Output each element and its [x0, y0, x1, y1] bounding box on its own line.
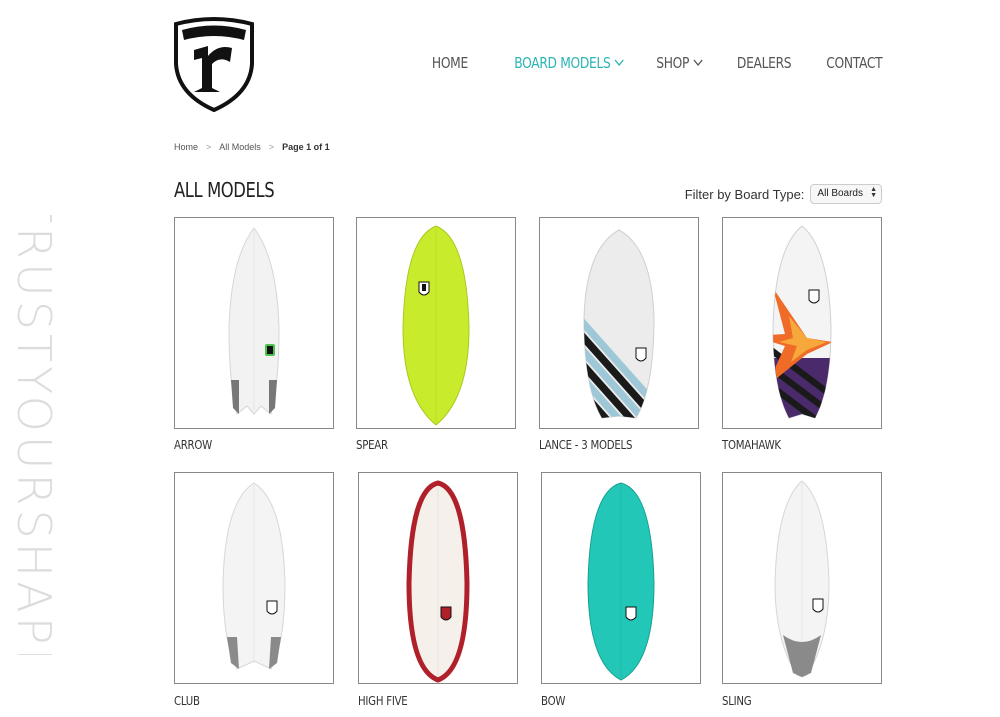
- surfboard-image: [774, 480, 830, 678]
- board-type-select[interactable]: All Boards ▲ ▼: [810, 184, 882, 204]
- site-logo[interactable]: [172, 16, 256, 113]
- nav-home-label: HOME: [431, 54, 468, 72]
- product-card-bow[interactable]: [541, 472, 701, 684]
- product-name[interactable]: HIGH FIVE: [358, 694, 408, 708]
- shield-logo-icon: [174, 17, 254, 113]
- product-name[interactable]: TOMAHAWK: [722, 438, 781, 452]
- nav-contact-label: CONTACT: [825, 54, 882, 72]
- surfboard-image: [228, 227, 280, 415]
- product-card-spear[interactable]: [356, 217, 516, 429]
- product-card-arrow[interactable]: [174, 217, 334, 429]
- surfboard-image: [222, 482, 286, 670]
- product-card-tomahawk[interactable]: [722, 217, 882, 429]
- nav-contact[interactable]: CONTACT: [826, 54, 882, 72]
- product-name[interactable]: ARROW: [174, 438, 212, 452]
- filter-label: Filter by Board Type:: [684, 186, 805, 202]
- product-name[interactable]: BOW: [541, 694, 565, 708]
- select-arrows-icon: ▲ ▼: [870, 186, 877, 199]
- product-card-high-five[interactable]: [358, 472, 518, 684]
- surfboard-image: [772, 225, 832, 419]
- nav-board-models[interactable]: BOARD MODELS: [514, 54, 624, 72]
- side-tagline-text: #TRUSTYOURSHAPER: [8, 215, 60, 655]
- product-name[interactable]: CLUB: [174, 694, 200, 708]
- nav-board-models-label: BOARD MODELS: [514, 54, 611, 72]
- breadcrumb-all-models[interactable]: All Models: [219, 142, 261, 152]
- chevron-down-icon: [614, 59, 624, 67]
- surfboard-image: [583, 229, 655, 419]
- breadcrumb-separator: >: [268, 142, 275, 152]
- breadcrumb-separator: >: [206, 142, 212, 152]
- nav-dealers-label: DEALERS: [737, 54, 792, 72]
- product-card-club[interactable]: [174, 472, 334, 684]
- product-card-lance[interactable]: [539, 217, 699, 429]
- surfboard-image: [402, 225, 470, 426]
- nav-shop[interactable]: SHOP: [657, 54, 704, 72]
- breadcrumb-home[interactable]: Home: [174, 142, 198, 152]
- breadcrumb: Home > All Models > Page 1 of 1: [174, 142, 330, 152]
- main-nav: HOME BOARD MODELS SHOP DEALERS CONTACT: [424, 54, 882, 72]
- board-type-filter: Filter by Board Type: All Boards ▲ ▼: [685, 184, 882, 204]
- side-tagline: #TRUSTYOURSHAPER: [8, 215, 60, 655]
- page-title: ALL MODELS: [174, 178, 275, 202]
- nav-dealers[interactable]: DEALERS: [737, 54, 792, 72]
- product-card-sling[interactable]: [722, 472, 882, 684]
- product-name[interactable]: SLING: [722, 694, 752, 708]
- nav-home[interactable]: HOME: [432, 54, 468, 72]
- breadcrumb-current: Page 1 of 1: [282, 142, 330, 152]
- board-type-select-value: All Boards: [817, 188, 863, 199]
- chevron-down-icon: [693, 59, 703, 67]
- nav-shop-label: SHOP: [656, 54, 690, 72]
- surfboard-image: [587, 482, 655, 681]
- surfboard-image: [406, 480, 470, 683]
- product-name[interactable]: SPEAR: [356, 438, 388, 452]
- product-name[interactable]: LANCE - 3 MODELS: [539, 438, 632, 452]
